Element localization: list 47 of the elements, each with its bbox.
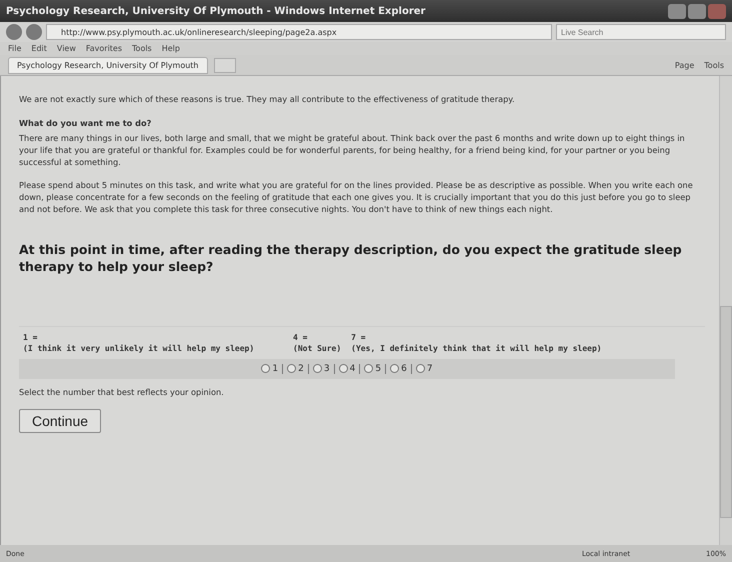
radio-label: 7: [426, 364, 433, 374]
scale-label: (Yes, I definitely think that it will help my sleep): [351, 344, 602, 353]
radio-button[interactable]: [338, 364, 348, 374]
radio-label: 1: [272, 364, 278, 374]
menu-item[interactable]: View: [56, 44, 76, 53]
scroll-thumb[interactable]: [720, 306, 732, 518]
new-tab-button[interactable]: [214, 58, 236, 72]
command-menu[interactable]: Page: [674, 60, 694, 70]
menu-item[interactable]: Help: [162, 44, 180, 53]
radio-label: 4: [350, 364, 356, 374]
menu-item[interactable]: File: [8, 44, 22, 53]
minimize-button[interactable]: [668, 4, 686, 18]
radio-button[interactable]: [312, 364, 322, 374]
scrollbar[interactable]: [719, 76, 732, 545]
browser-tab[interactable]: Psychology Research, University Of Plymouth: [8, 56, 208, 74]
menu-item[interactable]: Edit: [31, 44, 47, 53]
continue-button[interactable]: Continue: [19, 408, 102, 433]
menu-item[interactable]: Tools: [132, 44, 152, 53]
hint-text: Select the number that best reflects your opinion.: [19, 386, 225, 399]
search-field[interactable]: Live Search: [556, 24, 726, 40]
radio-label: 3: [324, 364, 330, 374]
scale-label: (Not Sure): [293, 344, 342, 353]
radio-label: 6: [401, 364, 407, 374]
scale-number: 4 =: [293, 332, 308, 342]
paragraph: There are many things in our lives, both large and small, that we might be grateful about. Think back over the past 6 months and write down up to eight things in your life that you are grateful or thankful for. Examples could be for wonderful parents, for being healthy, for a friend being kind, for your partner or you being successful at something.: [19, 132, 686, 168]
scale-number: 7 =: [351, 332, 367, 342]
radio-button[interactable]: [416, 364, 425, 374]
command-menu[interactable]: Tools: [704, 60, 724, 70]
question-text: At this point in time, after reading the therapy description, do you expect the gratitude sleep therapy to help your sleep?: [19, 242, 683, 276]
radio-label: 2: [298, 364, 304, 374]
address-field[interactable]: http://www.psy.plymouth.ac.uk/onlineresearch/sleeping/page2a.aspx: [46, 24, 552, 40]
radio-button[interactable]: [261, 364, 270, 374]
scale-number: 1 =: [23, 332, 38, 342]
paragraph: We are not exactly sure which of these reasons is true. They may all contribute to the effectiveness of gratitude therapy.: [19, 94, 516, 106]
scale-label: (I think it very unlikely it will help my sleep): [23, 344, 256, 353]
radio-button[interactable]: [287, 364, 296, 374]
radio-button[interactable]: [390, 364, 400, 374]
back-button[interactable]: [6, 24, 22, 40]
forward-button[interactable]: [26, 24, 42, 40]
radio-button[interactable]: [364, 364, 374, 374]
paragraph: Please spend about 5 minutes on this task, and write what you are grateful for on the lines provided. Please be as descriptive as possible. When you write each one down, please concentrate for a few seconds on the feeling of gratitude that each one gives you. It is crucially important that you do this just before you go to sleep and not before. We ask that you complete this task for three consecutive nights. You don't have to think of new things each night.: [19, 180, 694, 216]
window-title: Psychology Research, University Of Plymouth - Windows Internet Explorer: [6, 6, 426, 16]
close-button[interactable]: [708, 4, 726, 18]
radio-label: 5: [375, 364, 382, 374]
menu-item[interactable]: Favorites: [86, 44, 122, 53]
section-heading: What do you want me to do?: [19, 118, 152, 130]
maximize-button[interactable]: [688, 4, 706, 18]
